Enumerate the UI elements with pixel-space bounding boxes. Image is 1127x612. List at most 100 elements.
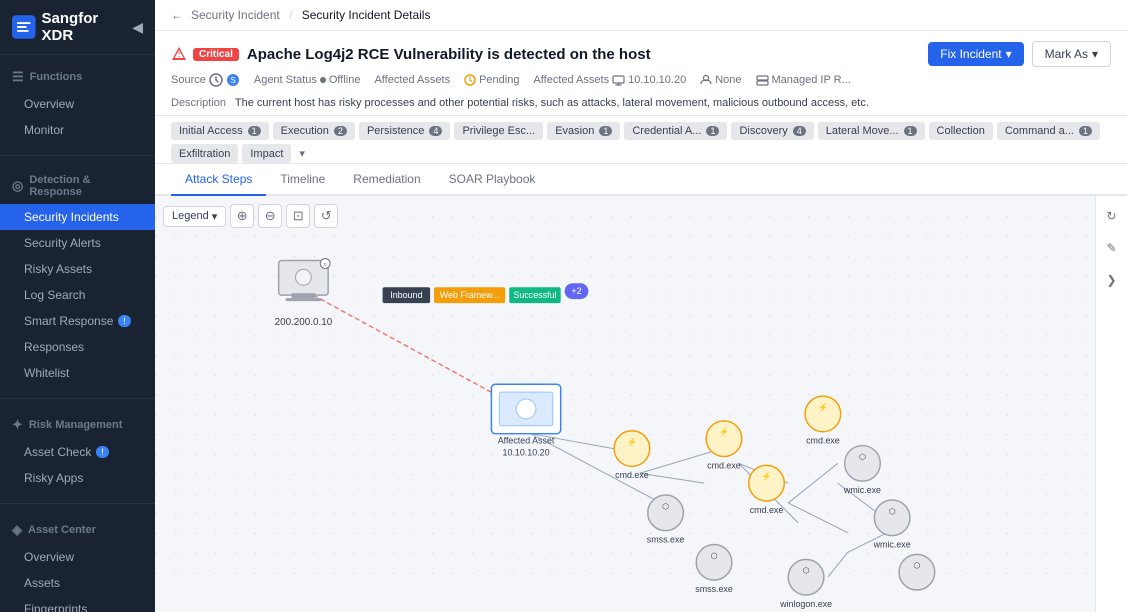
svg-text:cmd.exe: cmd.exe <box>707 460 741 470</box>
sidebar-item-whitelist[interactable]: Whitelist <box>0 360 155 386</box>
svg-text:10.10.10.20: 10.10.10.20 <box>503 447 550 457</box>
node-wmic-2[interactable]: ⬡ wmic.exe <box>873 500 911 549</box>
node-smss-1[interactable]: ⬡ smss.exe <box>647 495 685 544</box>
incident-title: Apache Log4j2 RCE Vulnerability is detec… <box>247 46 928 63</box>
edit-button[interactable]: ✎ <box>1100 236 1124 260</box>
sidebar-item-overview[interactable]: Overview <box>0 91 155 117</box>
source-icon2: S <box>226 73 240 87</box>
sidebar-item-risky-apps[interactable]: Risky Apps <box>0 465 155 491</box>
sangfor-logo-icon <box>12 15 36 39</box>
node-cmd-3[interactable]: ⚡ cmd.exe <box>749 465 785 514</box>
legend-chevron: ▾ <box>212 210 218 223</box>
tab-attack-steps[interactable]: Attack Steps <box>171 164 266 196</box>
sidebar-item-fingerprints[interactable]: Fingerprints <box>0 596 155 612</box>
sidebar-item-monitor[interactable]: Monitor <box>0 117 155 143</box>
tab-timeline[interactable]: Timeline <box>266 164 339 196</box>
tab-soar-playbook[interactable]: SOAR Playbook <box>435 164 550 196</box>
chain-command[interactable]: Command a... 1 <box>997 122 1100 140</box>
source-node[interactable]: 200.200.0.10 ⌕ <box>275 259 333 328</box>
fit-button[interactable]: ⊡ <box>286 204 310 228</box>
right-panel: ↻ ✎ ❯ <box>1095 196 1127 612</box>
chain-privilege-esc[interactable]: Privilege Esc... <box>454 122 543 140</box>
sidebar-section-functions: ☰ Functions Overview Monitor <box>0 55 155 151</box>
chain-more-btn[interactable]: ▾ <box>295 144 309 163</box>
svg-text:⌕: ⌕ <box>323 261 327 268</box>
zoom-out-button[interactable]: ⊖ <box>258 204 282 228</box>
sidebar-section-asset-center: ◈ Asset Center Overview Assets Fingerpri… <box>0 508 155 612</box>
chain-exfiltration[interactable]: Exfiltration <box>171 144 238 163</box>
sidebar-item-risky-assets[interactable]: Risky Assets <box>0 256 155 282</box>
chain-discovery[interactable]: Discovery 4 <box>731 122 813 140</box>
fix-incident-button[interactable]: Fix Incident ▾ <box>928 42 1023 66</box>
meta-agent: Agent Status Offline <box>254 74 361 86</box>
breadcrumb-parent[interactable]: Security Incident <box>191 8 280 22</box>
sidebar-section-risk-title[interactable]: ✦ Risk Management <box>0 411 155 439</box>
sidebar-item-responses[interactable]: Responses <box>0 334 155 360</box>
sidebar-item-security-alerts[interactable]: Security Alerts <box>0 230 155 256</box>
detection-icon: ◎ <box>12 178 23 194</box>
chain-initial-access[interactable]: Initial Access 1 <box>171 122 269 140</box>
sidebar-item-security-incidents[interactable]: Security Incidents <box>0 204 155 230</box>
sidebar-divider-2 <box>0 398 155 399</box>
sidebar-section-functions-title[interactable]: ☰ Functions <box>0 63 155 91</box>
svg-text:S: S <box>230 76 235 85</box>
mark-as-button[interactable]: Mark As ▾ <box>1032 41 1111 67</box>
sidebar-section-detection-title[interactable]: ◎ Detection & Response <box>0 168 155 204</box>
subnav: Attack Steps Timeline Remediation SOAR P… <box>155 164 1127 196</box>
svg-text:⬡: ⬡ <box>913 561 920 570</box>
chain-evasion[interactable]: Evasion 1 <box>547 122 620 140</box>
tab-remediation[interactable]: Remediation <box>339 164 434 196</box>
chain-collection[interactable]: Collection <box>929 122 993 140</box>
chain-credential[interactable]: Credential A... 1 <box>624 122 727 140</box>
reset-button[interactable]: ↺ <box>314 204 338 228</box>
expand-button[interactable]: ❯ <box>1100 268 1124 292</box>
user-icon <box>700 74 712 86</box>
app-logo: Sangfor XDR ◀ <box>0 0 155 55</box>
zoom-in-button[interactable]: ⊕ <box>230 204 254 228</box>
node-cmd-4[interactable]: ⚡ cmd.exe <box>805 396 841 445</box>
server-icon <box>756 74 769 87</box>
svg-text:⚡: ⚡ <box>627 437 637 447</box>
svg-text:wmic.exe: wmic.exe <box>843 485 881 495</box>
refresh-button[interactable]: ↻ <box>1100 204 1124 228</box>
node-extra[interactable]: ⬡ <box>899 554 935 590</box>
node-wmic-1[interactable]: ⬡ wmic.exe <box>843 446 881 495</box>
meta-affected-assets: Affected Assets 10.10.10.20 <box>533 74 686 87</box>
svg-text:Affected Asset: Affected Asset <box>498 436 555 446</box>
sidebar-collapse-btn[interactable]: ◀ <box>132 19 143 36</box>
incident-meta: Source S Agent Status Offline Affected A… <box>171 73 1111 93</box>
back-button[interactable]: ← <box>171 8 183 22</box>
asset-check-badge: ! <box>96 446 109 458</box>
sidebar-item-asset-overview[interactable]: Overview <box>0 544 155 570</box>
sidebar-item-smart-response[interactable]: Smart Response ! <box>0 308 155 334</box>
sidebar-section-asset-title[interactable]: ◈ Asset Center <box>0 516 155 544</box>
attack-graph-area: Legend ▾ ⊕ ⊖ ⊡ ↺ <box>155 196 1095 612</box>
svg-text:cmd.exe: cmd.exe <box>750 505 784 515</box>
meta-affected-label: Affected Assets <box>374 74 450 86</box>
app-name: Sangfor XDR <box>42 10 133 44</box>
node-smss-2[interactable]: ⬡ smss.exe <box>695 545 733 594</box>
svg-text:smss.exe: smss.exe <box>647 535 685 545</box>
chain-lateral-move[interactable]: Lateral Move... 1 <box>818 122 925 140</box>
svg-text:⚡: ⚡ <box>719 427 729 437</box>
sidebar-section-risk: ✦ Risk Management Asset Check ! Risky Ap… <box>0 403 155 499</box>
breadcrumb-separator: / <box>289 8 292 22</box>
severity-badge: Critical <box>193 48 239 61</box>
incident-title-row: Critical Apache Log4j2 RCE Vulnerability… <box>171 41 1111 67</box>
sidebar-item-log-search[interactable]: Log Search <box>0 282 155 308</box>
warning-icon <box>171 46 187 62</box>
node-cmd-2[interactable]: ⚡ cmd.exe <box>706 421 742 470</box>
sidebar-item-assets[interactable]: Assets <box>0 570 155 596</box>
svg-text:⬡: ⬡ <box>803 566 810 575</box>
sidebar-divider-1 <box>0 155 155 156</box>
sidebar-item-asset-check[interactable]: Asset Check ! <box>0 439 155 465</box>
main-content: ← Security Incident / Security Incident … <box>155 0 1127 612</box>
svg-text:cmd.exe: cmd.exe <box>806 436 840 446</box>
graph-and-panel: Legend ▾ ⊕ ⊖ ⊡ ↺ <box>155 196 1127 612</box>
node-cmd-1[interactable]: ⚡ cmd.exe <box>614 431 650 480</box>
legend-button[interactable]: Legend ▾ <box>163 206 226 227</box>
chain-impact[interactable]: Impact <box>242 144 291 163</box>
svg-text:+2: +2 <box>571 286 581 296</box>
chain-execution[interactable]: Execution 2 <box>273 122 355 140</box>
chain-persistence[interactable]: Persistence 4 <box>359 122 451 140</box>
